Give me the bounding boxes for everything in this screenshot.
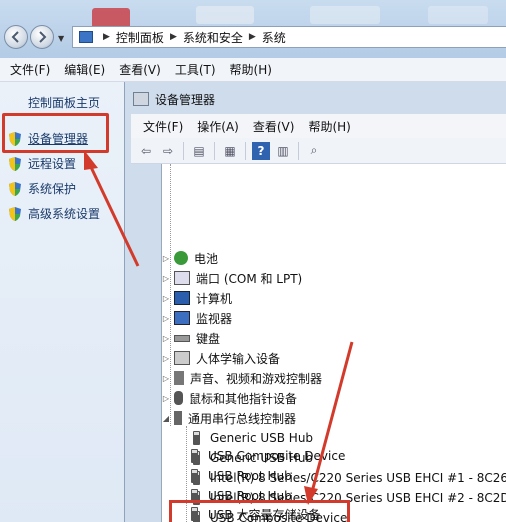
expand-icon[interactable]: ▷	[162, 394, 170, 403]
collapse-icon[interactable]: ◢	[162, 414, 170, 423]
device-manager-menu-bar: 文件(F) 操作(A) 查看(V) 帮助(H)	[131, 114, 506, 138]
breadcrumb-separator-icon[interactable]: ▶	[103, 32, 110, 42]
control-panel-home-link[interactable]: 控制面板主页	[28, 94, 100, 111]
usb-device-row[interactable]: USB Root Hub	[186, 466, 292, 486]
breadcrumb-separator-icon[interactable]: ▶	[170, 32, 177, 42]
sidebar-item-label: 高级系统设置	[28, 207, 101, 221]
menu-bar: 文件(F) 编辑(E) 查看(V) 工具(T) 帮助(H)	[0, 58, 506, 82]
expand-icon[interactable]: ▷	[162, 334, 170, 343]
device-manager-toolbar: ⇦ ⇨ ▤ ▦ ? ▥ ⌕	[131, 138, 506, 164]
expand-icon[interactable]: ▷	[162, 274, 170, 283]
recent-pages-dropdown-icon[interactable]: ▼	[58, 34, 64, 43]
toolbar-separator	[298, 141, 299, 160]
forward-arrow-icon	[39, 31, 47, 43]
breadcrumb-control-panel[interactable]: 控制面板	[116, 29, 164, 46]
tree-node-hid[interactable]: ▷ 人体学输入设备	[162, 348, 280, 368]
dm-menu-file[interactable]: 文件(F)	[143, 118, 183, 135]
usb-device-row[interactable]: USB Composite Device	[186, 446, 345, 466]
highlight-box	[2, 113, 109, 153]
shield-icon	[9, 181, 21, 196]
device-manager-title: 设备管理器	[155, 92, 216, 107]
breadcrumb-separator-icon[interactable]: ▶	[249, 32, 256, 42]
menu-file[interactable]: 文件(F)	[10, 61, 50, 78]
forward-arrow-icon[interactable]: ⇨	[159, 142, 177, 160]
back-arrow-icon[interactable]: ⇦	[137, 142, 155, 160]
usb-icon	[174, 411, 182, 425]
device-manager-titlebar: 设备管理器	[131, 86, 506, 112]
toolbar-separator	[245, 141, 246, 160]
expand-icon[interactable]: ▷	[162, 294, 170, 303]
expand-icon[interactable]: ▷	[162, 354, 170, 363]
show-hide-tree-icon[interactable]: ▤	[190, 142, 208, 160]
forward-button[interactable]	[30, 25, 54, 49]
sidebar-item-system-protection[interactable]: 系统保护	[8, 180, 76, 197]
tree-node-ports[interactable]: ▷ 端口 (COM 和 LPT)	[162, 268, 302, 288]
tree-node-mice[interactable]: ▷ 鼠标和其他指针设备	[162, 388, 297, 408]
properties-icon[interactable]: ▦	[221, 142, 239, 160]
menu-view[interactable]: 查看(V)	[119, 61, 161, 78]
usb-plug-icon	[191, 469, 198, 483]
usb-plug-icon	[193, 431, 200, 445]
tree-node-battery[interactable]: ▷ 电池	[162, 248, 218, 268]
breadcrumb-system[interactable]: 系统	[262, 29, 286, 46]
expand-icon[interactable]: ▷	[162, 254, 170, 263]
usb-plug-icon	[191, 449, 198, 463]
computer-icon	[174, 291, 190, 305]
sidebar-item-label: 系统保护	[28, 182, 77, 196]
tree-node-sound[interactable]: ▷ 声音、视频和游戏控制器	[162, 368, 322, 388]
sidebar-item-advanced-settings[interactable]: 高级系统设置	[8, 205, 100, 222]
help-icon[interactable]: ?	[252, 141, 270, 160]
speaker-icon	[174, 371, 184, 385]
console-icon[interactable]: ▥	[274, 142, 292, 160]
monitor-icon	[174, 311, 190, 325]
toolbar-separator	[183, 141, 184, 160]
blurred-titlebar-graphic	[196, 6, 254, 24]
hid-icon	[174, 351, 190, 365]
expand-icon[interactable]: ▷	[162, 314, 170, 323]
dm-menu-help[interactable]: 帮助(H)	[308, 118, 350, 135]
scan-hardware-icon[interactable]: ⌕	[305, 142, 323, 160]
control-panel-icon	[79, 31, 93, 43]
address-bar[interactable]: ▶ 控制面板 ▶ 系统和安全 ▶ 系统	[72, 26, 506, 48]
tree-node-computer[interactable]: ▷ 计算机	[162, 288, 232, 308]
toolbar-separator	[214, 141, 215, 160]
back-button[interactable]	[4, 25, 28, 49]
expand-icon[interactable]: ▷	[162, 374, 170, 383]
usb-device-row[interactable]: Generic USB Hub	[188, 428, 313, 448]
dm-menu-view[interactable]: 查看(V)	[253, 118, 295, 135]
tree-node-usb-controllers[interactable]: ◢ 通用串行总线控制器	[162, 408, 296, 428]
mouse-icon	[174, 391, 183, 405]
breadcrumb-system-security[interactable]: 系统和安全	[183, 29, 243, 46]
blurred-titlebar-graphic	[310, 6, 380, 24]
port-icon	[174, 271, 190, 285]
tree-node-monitors[interactable]: ▷ 监视器	[162, 308, 232, 328]
battery-icon	[174, 251, 188, 265]
shield-icon	[9, 206, 21, 221]
device-manager-icon	[133, 92, 149, 106]
tree-node-keyboards[interactable]: ▷ 键盘	[162, 328, 220, 348]
menu-tools[interactable]: 工具(T)	[175, 61, 216, 78]
shield-icon	[9, 156, 21, 171]
dm-menu-action[interactable]: 操作(A)	[197, 118, 239, 135]
highlight-box	[169, 500, 350, 522]
keyboard-icon	[174, 334, 190, 342]
back-arrow-icon	[11, 31, 19, 43]
sidebar-item-remote-settings[interactable]: 远程设置	[8, 155, 76, 172]
menu-edit[interactable]: 编辑(E)	[64, 61, 105, 78]
sidebar-item-label: 远程设置	[28, 157, 77, 171]
menu-help[interactable]: 帮助(H)	[230, 61, 272, 78]
blurred-titlebar-graphic	[428, 6, 488, 24]
